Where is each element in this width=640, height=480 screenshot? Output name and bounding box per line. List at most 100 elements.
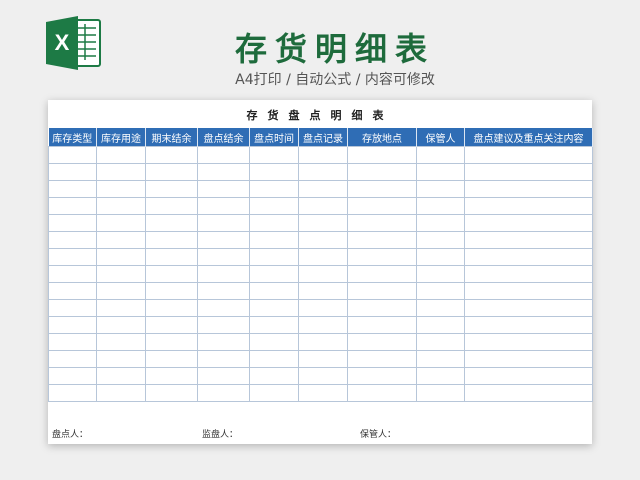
table-cell[interactable] <box>96 163 146 181</box>
table-cell[interactable] <box>48 163 97 181</box>
table-cell[interactable] <box>96 197 146 215</box>
table-cell[interactable] <box>48 265 97 283</box>
table-cell[interactable] <box>298 146 348 164</box>
table-cell[interactable] <box>249 282 299 300</box>
table-cell[interactable] <box>416 197 465 215</box>
table-cell[interactable] <box>249 197 299 215</box>
table-cell[interactable] <box>48 146 97 164</box>
table-cell[interactable] <box>48 333 97 351</box>
table-cell[interactable] <box>249 163 299 181</box>
table-cell[interactable] <box>48 350 97 368</box>
column-header[interactable]: 保管人 <box>416 128 465 147</box>
table-cell[interactable] <box>416 265 465 283</box>
column-header[interactable]: 存放地点 <box>347 128 417 147</box>
table-cell[interactable] <box>145 180 198 198</box>
table-cell[interactable] <box>298 316 348 334</box>
table-cell[interactable] <box>464 350 593 368</box>
table-cell[interactable] <box>249 316 299 334</box>
table-cell[interactable] <box>416 282 465 300</box>
table-cell[interactable] <box>464 231 593 249</box>
table-cell[interactable] <box>145 316 198 334</box>
table-cell[interactable] <box>197 265 250 283</box>
table-cell[interactable] <box>197 350 250 368</box>
table-cell[interactable] <box>48 282 97 300</box>
table-cell[interactable] <box>197 180 250 198</box>
table-cell[interactable] <box>96 231 146 249</box>
table-cell[interactable] <box>416 214 465 232</box>
table-cell[interactable] <box>347 316 417 334</box>
table-cell[interactable] <box>347 299 417 317</box>
table-cell[interactable] <box>48 180 97 198</box>
table-cell[interactable] <box>298 180 348 198</box>
table-cell[interactable] <box>197 316 250 334</box>
column-header[interactable]: 盘点时间 <box>249 128 299 147</box>
table-cell[interactable] <box>298 214 348 232</box>
table-cell[interactable] <box>298 367 348 385</box>
table-cell[interactable] <box>347 146 417 164</box>
table-cell[interactable] <box>416 248 465 266</box>
table-cell[interactable] <box>249 248 299 266</box>
table-cell[interactable] <box>464 299 593 317</box>
column-header[interactable]: 库存类型 <box>48 128 97 147</box>
table-cell[interactable] <box>96 367 146 385</box>
table-cell[interactable] <box>48 248 97 266</box>
table-cell[interactable] <box>249 367 299 385</box>
table-cell[interactable] <box>464 197 593 215</box>
table-cell[interactable] <box>464 316 593 334</box>
column-header[interactable]: 盘点记录 <box>298 128 348 147</box>
table-cell[interactable] <box>197 367 250 385</box>
table-cell[interactable] <box>347 231 417 249</box>
column-header[interactable]: 库存用途 <box>96 128 146 147</box>
table-cell[interactable] <box>145 197 198 215</box>
table-cell[interactable] <box>298 299 348 317</box>
table-cell[interactable] <box>249 299 299 317</box>
table-cell[interactable] <box>464 248 593 266</box>
table-cell[interactable] <box>145 333 198 351</box>
table-cell[interactable] <box>48 367 97 385</box>
table-cell[interactable] <box>347 350 417 368</box>
table-cell[interactable] <box>96 350 146 368</box>
table-cell[interactable] <box>197 146 250 164</box>
table-cell[interactable] <box>197 299 250 317</box>
table-cell[interactable] <box>298 197 348 215</box>
table-cell[interactable] <box>197 231 250 249</box>
table-cell[interactable] <box>96 299 146 317</box>
table-cell[interactable] <box>249 146 299 164</box>
table-cell[interactable] <box>145 163 198 181</box>
table-cell[interactable] <box>464 282 593 300</box>
table-cell[interactable] <box>145 248 198 266</box>
table-cell[interactable] <box>145 214 198 232</box>
table-cell[interactable] <box>464 180 593 198</box>
table-cell[interactable] <box>96 265 146 283</box>
table-cell[interactable] <box>298 163 348 181</box>
table-cell[interactable] <box>416 384 465 402</box>
table-cell[interactable] <box>96 333 146 351</box>
table-cell[interactable] <box>464 163 593 181</box>
table-cell[interactable] <box>298 248 348 266</box>
table-cell[interactable] <box>48 214 97 232</box>
table-cell[interactable] <box>298 265 348 283</box>
table-cell[interactable] <box>416 367 465 385</box>
table-cell[interactable] <box>416 163 465 181</box>
table-cell[interactable] <box>197 163 250 181</box>
table-cell[interactable] <box>464 146 593 164</box>
table-cell[interactable] <box>249 214 299 232</box>
table-cell[interactable] <box>347 333 417 351</box>
table-cell[interactable] <box>197 333 250 351</box>
table-cell[interactable] <box>145 146 198 164</box>
table-cell[interactable] <box>416 180 465 198</box>
table-cell[interactable] <box>347 163 417 181</box>
table-cell[interactable] <box>48 384 97 402</box>
table-cell[interactable] <box>145 231 198 249</box>
table-cell[interactable] <box>416 231 465 249</box>
table-cell[interactable] <box>298 333 348 351</box>
table-cell[interactable] <box>416 316 465 334</box>
table-cell[interactable] <box>249 384 299 402</box>
table-cell[interactable] <box>416 299 465 317</box>
table-cell[interactable] <box>96 282 146 300</box>
table-cell[interactable] <box>145 350 198 368</box>
table-cell[interactable] <box>347 180 417 198</box>
table-cell[interactable] <box>298 384 348 402</box>
table-cell[interactable] <box>48 316 97 334</box>
table-cell[interactable] <box>145 384 198 402</box>
